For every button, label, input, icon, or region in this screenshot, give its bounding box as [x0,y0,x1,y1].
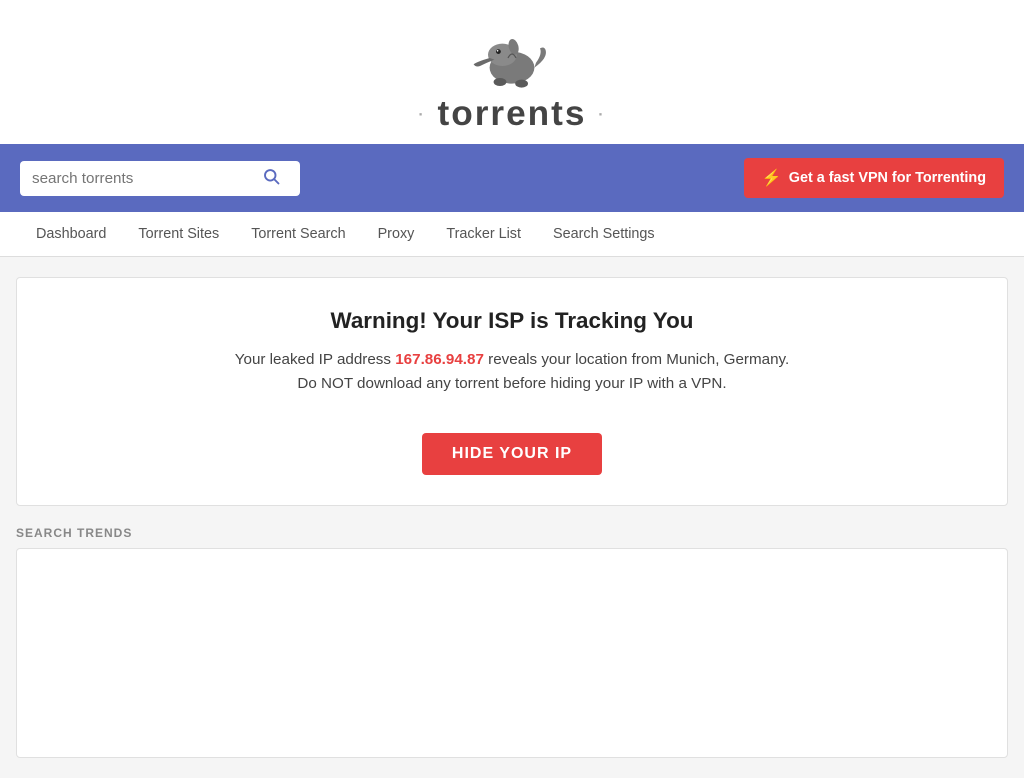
nav-torrent-search[interactable]: Torrent Search [235,212,361,256]
nav-search-settings[interactable]: Search Settings [537,212,671,256]
search-icon [262,167,280,185]
search-trends-label: SEARCH TRENDS [16,526,1008,540]
logo-dot-left: · [418,107,425,124]
search-trends-section: SEARCH TRENDS [16,526,1008,758]
nav-tracker-list[interactable]: Tracker List [430,212,537,256]
hide-ip-button[interactable]: HIDE YOUR IP [422,433,602,475]
nav-proxy[interactable]: Proxy [362,212,431,256]
search-trends-box [16,548,1008,758]
vpn-button[interactable]: ⚡ Get a fast VPN for Torrenting [744,158,1004,198]
search-button[interactable] [262,167,280,190]
search-input-wrap [20,161,300,196]
warning-line2: Do NOT download any torrent before hidin… [297,375,726,392]
warning-title: Warning! Your ISP is Tracking You [37,308,987,334]
logo-text: · torrents · [418,94,605,134]
warning-ip: 167.86.94.87 [395,351,484,368]
bolt-icon: ⚡ [762,168,782,188]
warning-box: Warning! Your ISP is Tracking You Your l… [16,277,1008,506]
warning-line1-suffix: reveals your location from Munich, Germa… [488,351,789,368]
nav: Dashboard Torrent Sites Torrent Search P… [0,212,1024,257]
warning-line1-prefix: Your leaked IP address [235,351,391,368]
logo: · torrents · [418,18,605,134]
header: · torrents · [0,0,1024,144]
logo-icon [472,18,552,98]
warning-text: Your leaked IP address 167.86.94.87 reve… [37,348,987,397]
search-input[interactable] [32,170,262,187]
search-bar: ⚡ Get a fast VPN for Torrenting [0,144,1024,212]
nav-dashboard[interactable]: Dashboard [20,212,122,256]
logo-dot-right: · [598,107,605,124]
vpn-button-label: Get a fast VPN for Torrenting [789,170,986,186]
nav-torrent-sites[interactable]: Torrent Sites [122,212,235,256]
